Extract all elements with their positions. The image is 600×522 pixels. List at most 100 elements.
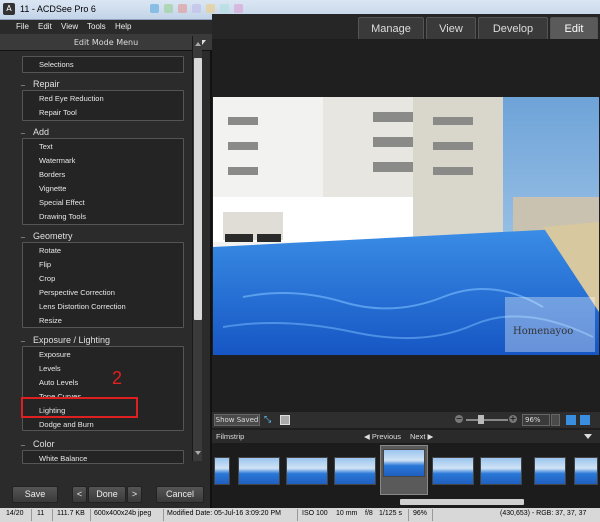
color-swatch <box>220 4 229 13</box>
menu-item-flip[interactable]: Flip <box>38 258 188 272</box>
menu-bar: File Edit View Tools Help <box>0 20 212 34</box>
status-shutter: 1/125 s <box>379 510 402 517</box>
menu-edit[interactable]: Edit <box>38 22 52 31</box>
scrollbar-thumb[interactable] <box>194 58 202 320</box>
zoom-out-icon[interactable]: − <box>455 415 463 423</box>
filmstrip-scrollbar[interactable] <box>400 499 524 505</box>
menu-view[interactable]: View <box>61 22 78 31</box>
filmstrip-thumbnail[interactable] <box>480 457 522 485</box>
status-focal-length: 10 mm <box>336 510 358 517</box>
chevron-down-icon[interactable] <box>551 414 560 426</box>
group-geometry[interactable]: Geometry <box>21 231 199 243</box>
color-swatch <box>150 4 159 13</box>
filmstrip-label: Filmstrip <box>216 432 245 441</box>
pool-photo-svg: Homenayoo <box>213 97 599 355</box>
filmstrip-thumbnail[interactable] <box>432 457 474 485</box>
menu-item-rotate[interactable]: Rotate <box>38 244 188 258</box>
edit-mode-menu-header[interactable]: Edit Mode Menu <box>0 34 212 51</box>
done-button[interactable]: Done <box>88 486 126 503</box>
menu-item-dodge-and-burn[interactable]: Dodge and Burn <box>38 418 188 432</box>
status-bar: 14/20 11 111.7 KB 600x400x24b jpeg Modif… <box>0 508 600 522</box>
tab-edit[interactable]: Edit <box>550 17 598 39</box>
actual-size-icon[interactable] <box>580 415 590 425</box>
zoom-value-field[interactable]: 96% <box>522 414 550 426</box>
group-color-label: Color <box>33 439 55 449</box>
menu-item-repair-tool[interactable]: Repair Tool <box>38 106 188 120</box>
status-zoom: 96% <box>413 510 428 517</box>
filmstrip <box>212 443 600 508</box>
tab-manage[interactable]: Manage <box>358 17 424 39</box>
image-viewer: Homenayoo <box>212 40 600 410</box>
filmstrip-thumbnail[interactable] <box>574 457 598 485</box>
show-saved-button[interactable]: Show Saved <box>214 414 260 426</box>
color-swatch <box>206 4 215 13</box>
mode-tabs: Manage View Develop Edit <box>212 14 600 39</box>
zoom-slider-thumb[interactable] <box>478 415 484 424</box>
color-swatch <box>192 4 201 13</box>
menu-item-resize[interactable]: Resize <box>38 314 188 328</box>
menu-item-lens-distortion-correction[interactable]: Lens Distortion Correction <box>38 300 188 314</box>
tab-view[interactable]: View <box>426 17 476 39</box>
tab-develop[interactable]: Develop <box>478 17 548 39</box>
menu-item-borders[interactable]: Borders <box>38 168 188 182</box>
menu-item-white-balance[interactable]: White Balance <box>38 452 188 466</box>
menu-item-vignette[interactable]: Vignette <box>38 182 188 196</box>
menu-item-drawing-tools[interactable]: Drawing Tools <box>38 210 188 224</box>
filmstrip-thumbnail-selected[interactable] <box>383 449 425 477</box>
group-geometry-label: Geometry <box>33 231 73 241</box>
compare-icon[interactable]: ⤡ <box>264 415 274 425</box>
status-fstop: f/8 <box>365 510 373 517</box>
viewer-toolbar: Show Saved ⤡ − + 96% <box>212 412 600 428</box>
previous-tool-button[interactable]: < <box>72 486 87 503</box>
scroll-down-icon[interactable] <box>195 451 201 455</box>
status-position: 14/20 <box>6 510 24 517</box>
next-tool-button[interactable]: > <box>127 486 142 503</box>
filmstrip-next-button[interactable]: Next ▶ <box>410 432 433 441</box>
annotation-highlight-box <box>21 397 138 418</box>
panel-scrollbar[interactable] <box>192 36 202 461</box>
menu-item-selections[interactable]: Selections <box>38 58 188 72</box>
filmstrip-previous-button[interactable]: ◀ Previous <box>364 432 401 441</box>
group-add[interactable]: Add <box>21 127 199 139</box>
color-swatch <box>164 4 173 13</box>
menu-item-text[interactable]: Text <box>38 140 188 154</box>
zoom-slider[interactable] <box>466 419 508 421</box>
save-button[interactable]: Save <box>12 486 58 503</box>
menu-item-exposure[interactable]: Exposure <box>38 348 188 362</box>
zoom-in-icon[interactable]: + <box>509 415 517 423</box>
status-dimensions: 600x400x24b jpeg <box>94 510 152 517</box>
group-color[interactable]: Color <box>21 439 199 451</box>
menu-item-watermark[interactable]: Watermark <box>38 154 188 168</box>
filmstrip-thumbnail[interactable] <box>334 457 376 485</box>
export-icon[interactable] <box>280 415 290 425</box>
status-modified-date: Modified Date: 05-Jul-16 3:09:20 PM <box>167 510 282 517</box>
menu-item-special-effect[interactable]: Special Effect <box>38 196 188 210</box>
window-title: 11 - ACDSee Pro 6 <box>20 4 96 14</box>
filmstrip-thumbnail[interactable] <box>238 457 280 485</box>
group-repair[interactable]: Repair <box>21 79 199 91</box>
filmstrip-thumbnail[interactable] <box>286 457 328 485</box>
filmstrip-header: Filmstrip ◀ Previous Next ▶ <box>212 430 600 443</box>
filmstrip-thumbnail[interactable] <box>534 457 566 485</box>
chevron-down-icon[interactable] <box>584 434 592 439</box>
filmstrip-thumbnail[interactable] <box>214 457 230 485</box>
group-exposure-lighting[interactable]: Exposure / Lighting <box>21 335 199 347</box>
group-add-label: Add <box>33 127 50 137</box>
menu-tools[interactable]: Tools <box>87 22 106 31</box>
status-pixel-info: (430,653) - RGB: 37, 37, 37 <box>500 510 587 517</box>
color-swatch <box>234 4 243 13</box>
annotation-step-number: 2 <box>112 368 123 388</box>
scroll-up-icon[interactable] <box>195 42 201 46</box>
menu-help[interactable]: Help <box>115 22 131 31</box>
photo-watermark: Homenayoo <box>513 326 573 337</box>
edited-photo[interactable]: Homenayoo <box>213 97 599 355</box>
menu-item-crop[interactable]: Crop <box>38 272 188 286</box>
group-repair-label: Repair <box>33 79 60 89</box>
menu-item-red-eye-reduction[interactable]: Red Eye Reduction <box>38 92 188 106</box>
menu-item-perspective-correction[interactable]: Perspective Correction <box>38 286 188 300</box>
status-filesize: 111.7 KB <box>57 510 85 517</box>
cancel-button[interactable]: Cancel <box>156 486 204 503</box>
fit-icon[interactable] <box>566 415 576 425</box>
menu-file[interactable]: File <box>16 22 29 31</box>
status-filename: 11 <box>37 510 45 517</box>
